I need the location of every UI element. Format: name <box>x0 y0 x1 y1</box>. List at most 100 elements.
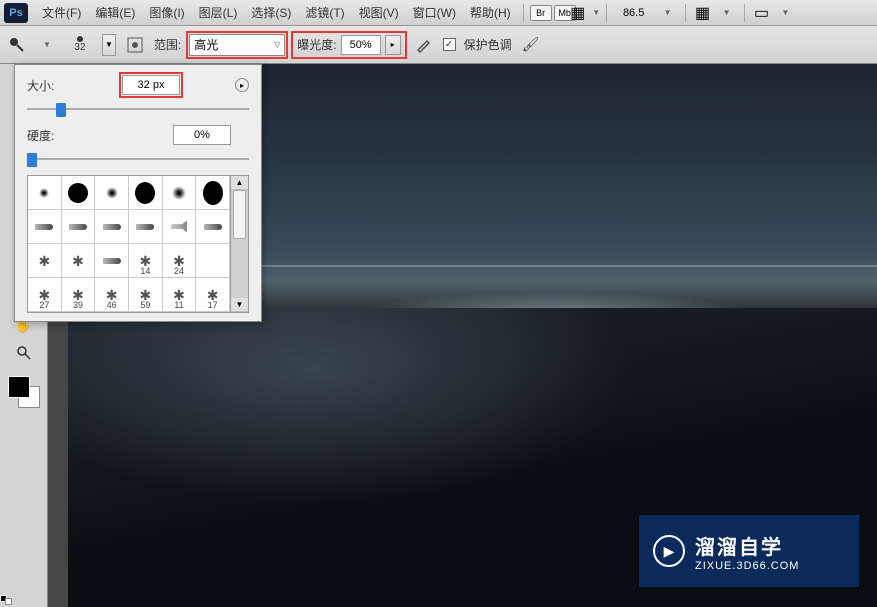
brush-preset-icon: ✱ <box>34 251 54 271</box>
scroll-up-button[interactable]: ▲ <box>231 176 248 190</box>
brush-preset-number: 17 <box>208 300 218 310</box>
chevron-down-icon[interactable]: ▼ <box>657 7 679 18</box>
brush-preset[interactable]: ✱24 <box>163 244 197 278</box>
brush-preset-icon <box>203 217 223 237</box>
color-swatches[interactable] <box>8 376 40 408</box>
brush-preset[interactable]: ✱17 <box>196 278 230 312</box>
brush-size-label: 32 <box>74 42 85 53</box>
brush-preset[interactable] <box>163 176 197 210</box>
brush-preset-number: 46 <box>107 300 117 310</box>
menu-view[interactable]: 视图(V) <box>353 2 405 23</box>
chevron-down-icon[interactable]: ▼ <box>716 7 738 18</box>
pen-pressure-icon: 🖌 <box>522 36 540 53</box>
menu-image[interactable]: 图像(I) <box>143 2 190 23</box>
brush-preset[interactable]: ✱11 <box>163 278 197 312</box>
brush-preset[interactable] <box>163 210 197 244</box>
view-extras-button[interactable]: ▦ <box>692 4 714 22</box>
brush-preset[interactable] <box>62 210 96 244</box>
protect-tones-checkbox[interactable]: ✓ <box>443 38 456 51</box>
panel-flyout-button[interactable]: ▸ <box>235 78 249 92</box>
menu-select[interactable]: 选择(S) <box>245 2 297 23</box>
menu-help[interactable]: 帮助(H) <box>464 2 517 23</box>
brush-preset[interactable] <box>129 210 163 244</box>
slider-thumb[interactable] <box>27 153 37 167</box>
scroll-track[interactable] <box>231 190 248 298</box>
brush-preset[interactable]: ✱14 <box>129 244 163 278</box>
scrollbar[interactable]: ▲ ▼ <box>231 175 249 313</box>
watermark-title: 溜溜自学 <box>695 531 799 560</box>
brush-size-input[interactable] <box>122 75 180 95</box>
default-colors-button[interactable] <box>0 595 12 607</box>
brush-size-label: 大小: <box>27 77 67 94</box>
menu-window[interactable]: 窗口(W) <box>407 2 462 23</box>
range-value: 高光 <box>194 36 270 53</box>
tool-preset-dropdown[interactable]: ▼ <box>36 39 58 50</box>
brush-preset[interactable]: ✱ <box>62 244 96 278</box>
brush-preset-icon <box>102 217 122 237</box>
brush-preset[interactable] <box>28 210 62 244</box>
brush-preset[interactable]: ✱46 <box>95 278 129 312</box>
brush-preset-icon <box>169 217 189 237</box>
arrange-docs-button[interactable]: ▭ <box>751 4 773 22</box>
brush-preset-number: 11 <box>174 300 183 310</box>
brush-size-slider[interactable] <box>27 101 249 117</box>
screen-mode-button[interactable]: ▦▼ <box>578 4 600 22</box>
brush-preset-icon <box>68 217 88 237</box>
brush-preset-number: 39 <box>73 300 83 310</box>
foreground-color[interactable] <box>8 376 30 398</box>
brush-preset[interactable] <box>129 176 163 210</box>
bridge-button[interactable]: Br <box>530 5 552 21</box>
brush-preset[interactable] <box>196 244 230 278</box>
exposure-input[interactable] <box>341 35 381 55</box>
brush-preset[interactable] <box>95 210 129 244</box>
brush-picker-dropdown[interactable]: ▼ <box>102 34 116 56</box>
watermark-text: 溜溜自学 ZIXUE.3D66.COM <box>695 531 799 572</box>
separator <box>744 4 745 22</box>
brush-hardness-slider[interactable] <box>27 151 249 167</box>
brush-preset[interactable]: ✱27 <box>28 278 62 312</box>
brush-preset[interactable]: ✱59 <box>129 278 163 312</box>
brush-preset-icon <box>135 217 155 237</box>
menu-filter[interactable]: 滤镜(T) <box>299 2 350 23</box>
chevron-down-icon[interactable]: ▼ <box>775 7 797 18</box>
zoom-tool[interactable] <box>13 342 35 364</box>
brush-hardness-input[interactable] <box>173 125 231 145</box>
separator <box>685 4 686 22</box>
chevron-down-icon: ▽ <box>274 40 280 49</box>
menu-file[interactable]: 文件(F) <box>36 2 87 23</box>
brush-preset[interactable]: ✱39 <box>62 278 96 312</box>
scroll-thumb[interactable] <box>233 190 246 239</box>
brush-preset-icon: ✱ <box>68 251 88 271</box>
scroll-down-button[interactable]: ▼ <box>231 298 248 312</box>
dodge-tool-icon[interactable] <box>6 34 28 56</box>
app-logo: Ps <box>4 3 28 23</box>
brush-preset[interactable] <box>62 176 96 210</box>
slider-thumb[interactable] <box>56 103 66 117</box>
brush-preset-icon <box>102 183 122 203</box>
brush-preset[interactable]: ✱ <box>28 244 62 278</box>
brush-preset[interactable] <box>95 176 129 210</box>
separator <box>523 4 524 22</box>
play-icon: ▶ <box>653 535 685 567</box>
brush-preset[interactable] <box>196 210 230 244</box>
watermark: ▶ 溜溜自学 ZIXUE.3D66.COM <box>639 515 859 587</box>
protect-tones-label: 保护色调 <box>464 36 512 53</box>
range-label: 范围: <box>154 36 181 53</box>
brush-preset[interactable] <box>95 244 129 278</box>
tablet-pressure-toggle[interactable]: 🖌 <box>520 34 542 56</box>
brush-preset-icon <box>34 183 54 203</box>
brush-panel-toggle[interactable] <box>124 34 146 56</box>
zoom-level-input[interactable] <box>613 7 655 19</box>
menu-edit[interactable]: 编辑(E) <box>89 2 141 23</box>
brush-preset[interactable] <box>196 176 230 210</box>
airbrush-toggle[interactable] <box>413 34 435 56</box>
separator <box>606 4 607 22</box>
brush-preview[interactable]: 32 <box>66 36 94 53</box>
brush-preset-icon <box>135 183 155 203</box>
range-select[interactable]: 高光 ▽ <box>189 34 285 56</box>
exposure-flyout-button[interactable]: ▸ <box>385 35 401 55</box>
brush-preset[interactable] <box>28 176 62 210</box>
exposure-group: 曝光度: ▸ <box>293 33 404 57</box>
menu-layer[interactable]: 图层(L) <box>193 2 244 23</box>
brush-preset-number: 24 <box>174 266 184 276</box>
